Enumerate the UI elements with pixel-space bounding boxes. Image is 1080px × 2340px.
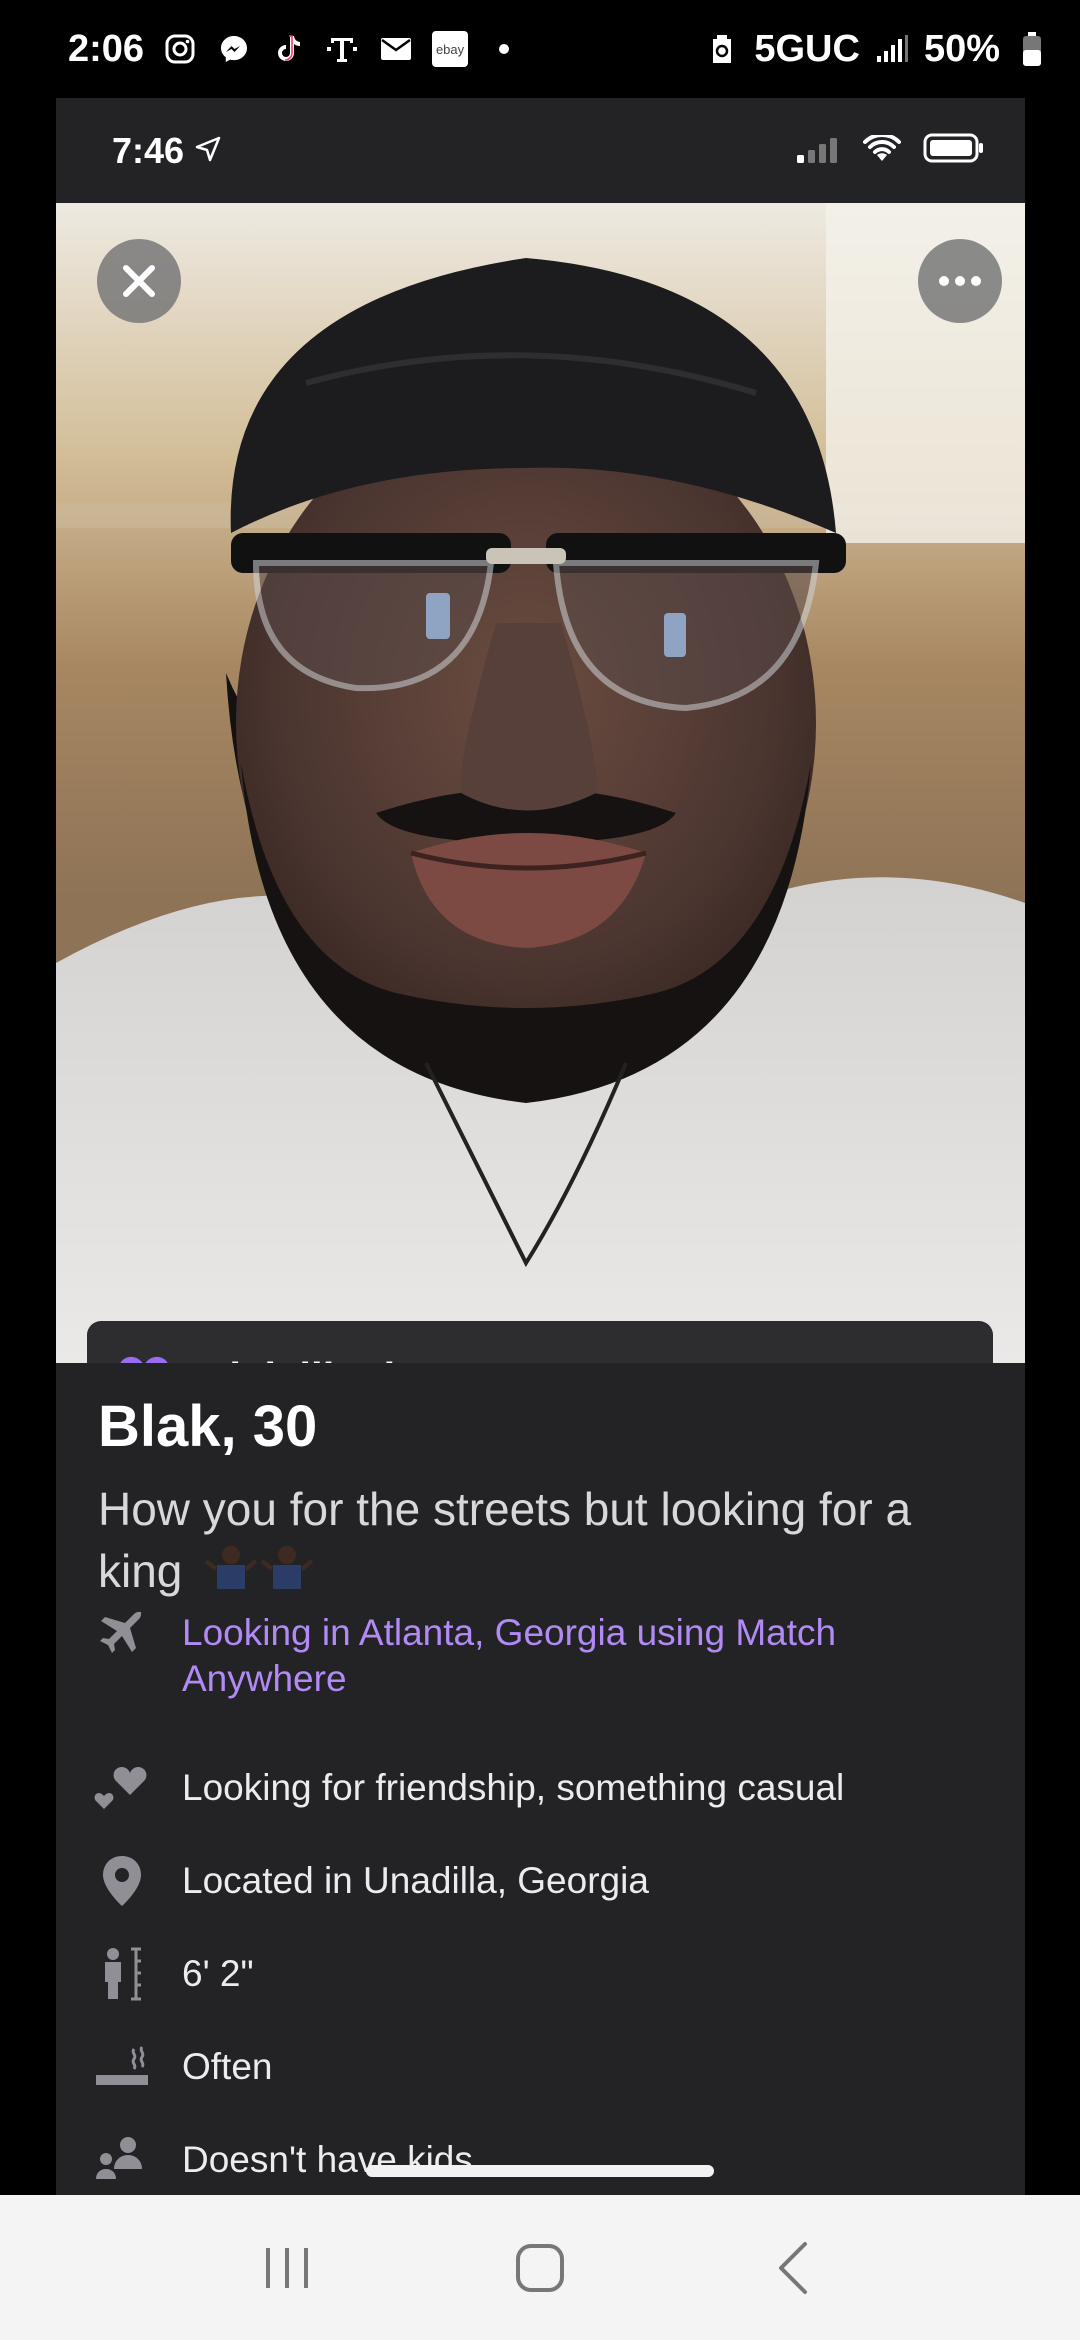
shrug-emoji <box>205 1543 315 1606</box>
airplane-icon <box>92 1608 152 1658</box>
hearts-icon <box>92 1763 152 1813</box>
back-icon <box>779 2241 808 2294</box>
wifi-icon <box>863 130 901 172</box>
name-age: Blak, 30 <box>98 1394 318 1459</box>
detail-row-height: 6' 2" <box>92 1947 992 2001</box>
height-icon <box>92 1947 152 2001</box>
detail-text: 6' 2" <box>182 1953 254 1994</box>
ios-battery-icon <box>923 130 985 172</box>
detail-text: Located in Unadilla, Georgia <box>182 1860 649 1901</box>
back-button[interactable] <box>753 2228 833 2308</box>
instagram-icon <box>162 31 198 67</box>
kids-icon <box>92 2135 152 2185</box>
data-saver-icon <box>704 31 740 67</box>
ios-home-indicator[interactable] <box>366 2165 714 2177</box>
profile-photo[interactable]: Blak liked you <box>56 203 1025 1363</box>
recents-icon <box>265 2247 308 2288</box>
location-arrow-icon <box>194 130 222 172</box>
portrait-image <box>56 203 1025 1363</box>
detail-text: Often <box>182 2046 273 2087</box>
more-options-button[interactable] <box>918 239 1002 323</box>
tiktok-icon <box>270 31 306 67</box>
cellular-icon <box>797 130 841 172</box>
signal-icon <box>874 31 910 67</box>
tmobile-icon <box>324 31 360 67</box>
android-clock: 2:06 <box>68 27 145 70</box>
detail-row-location: Located in Unadilla, Georgia <box>92 1856 992 1906</box>
smoking-icon <box>92 2042 152 2092</box>
recents-button[interactable] <box>247 2228 327 2308</box>
profile-details: Blak, 30 How you for the streets but loo… <box>56 1363 1025 2195</box>
battery-icon <box>1014 31 1050 67</box>
app-screenshot-frame: 7:46 Blak, 30 How you for the streets bu… <box>56 98 1025 2195</box>
location-pin-icon <box>92 1856 152 1906</box>
close-button[interactable] <box>97 239 181 323</box>
detail-row-looking-for: Looking for friendship, something casual <box>92 1763 992 1813</box>
android-status-bar: 2:06 ebay 5GUC 50% <box>0 0 1080 98</box>
ebay-icon: ebay <box>432 31 469 67</box>
ios-status-bar: 7:46 <box>56 98 1025 203</box>
dot-icon <box>486 31 522 67</box>
profile-tagline: How you for the streets but looking for … <box>98 1478 998 1606</box>
home-button[interactable] <box>500 2228 580 2308</box>
android-nav-bar <box>0 2195 1080 2340</box>
battery-percent: 50% <box>923 27 1000 70</box>
mail-icon <box>378 31 414 67</box>
heart-icon <box>120 1356 168 1363</box>
detail-row-smoking: Often <box>92 2042 992 2092</box>
detail-text: Looking for friendship, something casual <box>182 1767 845 1808</box>
liked-you-banner: Blak liked you <box>87 1321 993 1363</box>
detail-text: Looking in Atlanta, Georgia using Match … <box>182 1612 837 1699</box>
ios-clock: 7:46 <box>112 129 185 171</box>
home-icon <box>515 2243 564 2292</box>
messenger-icon <box>216 31 252 67</box>
close-icon <box>123 265 155 297</box>
detail-row-kids: Doesn't have kids <box>92 2135 992 2185</box>
detail-row-looking-in: Looking in Atlanta, Georgia using Match … <box>92 1608 992 1702</box>
network-type: 5GUC <box>754 27 860 70</box>
liked-you-text: Blak liked you <box>199 1354 481 1364</box>
more-icon <box>939 276 981 286</box>
